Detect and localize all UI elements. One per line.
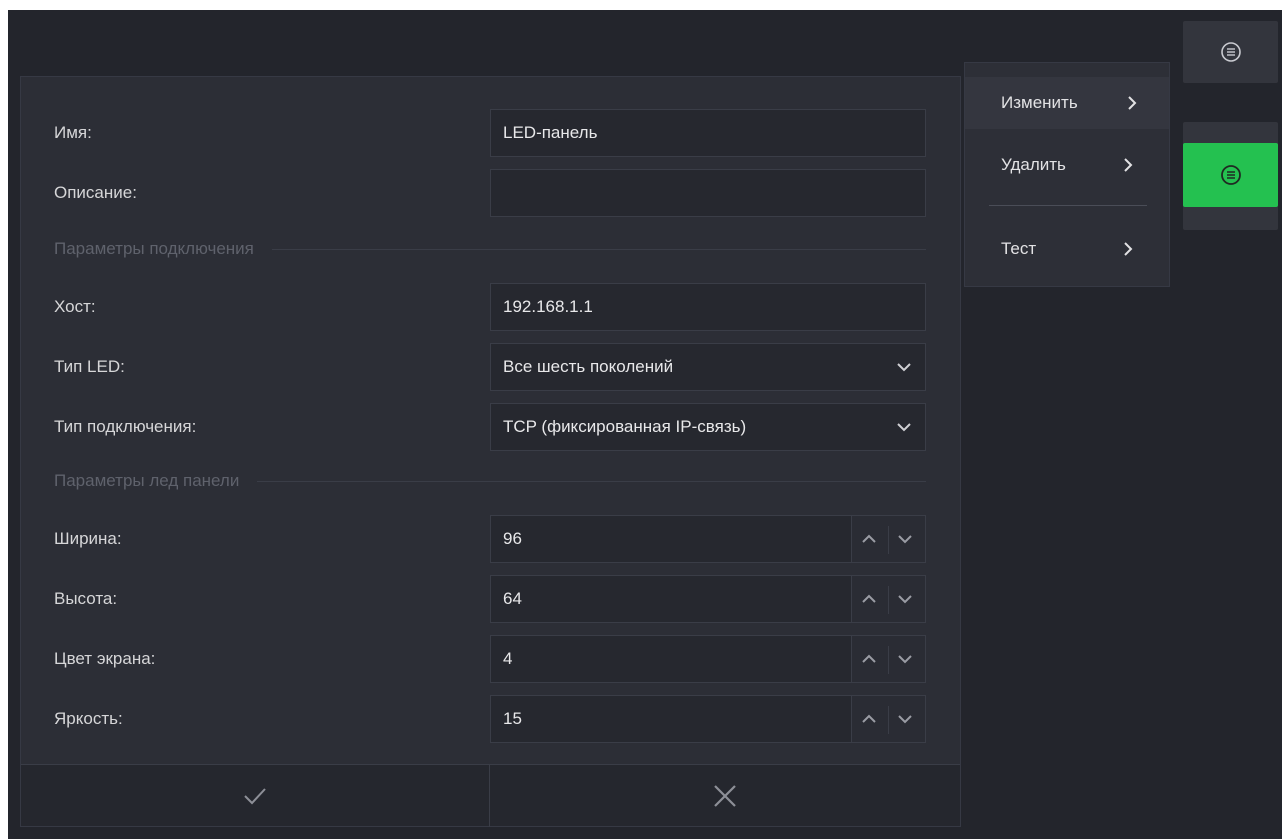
brightness-stepper	[852, 695, 926, 743]
connection-type-label: Тип подключения:	[54, 417, 197, 436]
chevron-up-icon[interactable]	[860, 531, 878, 547]
width-row: Ширина: 96	[54, 515, 926, 563]
height-input[interactable]: 64	[490, 575, 852, 623]
width-input[interactable]: 96	[490, 515, 852, 563]
check-icon	[244, 788, 266, 805]
item-menu-button[interactable]	[1183, 21, 1278, 83]
height-label: Высота:	[54, 589, 118, 608]
led-type-value: Все шесть поколений	[503, 357, 674, 376]
chevron-up-icon[interactable]	[860, 651, 878, 667]
connection-type-select[interactable]: TCP (фиксированная IP-связь)	[490, 403, 926, 451]
list-icon	[1220, 165, 1241, 185]
name-row: Имя: LED-панель	[54, 109, 926, 157]
panel-section-title: Параметры лед панели	[54, 469, 258, 493]
screen-color-row: Цвет экрана: 4	[54, 635, 926, 683]
panel-section-header: Параметры лед панели	[54, 469, 926, 493]
brightness-input[interactable]: 15	[490, 695, 852, 743]
width-value: 96	[503, 529, 522, 548]
cancel-button[interactable]	[490, 765, 960, 827]
host-label: Хост:	[54, 297, 96, 316]
brightness-row: Яркость: 15	[54, 695, 926, 743]
context-menu: Изменить Удалить Тест	[964, 62, 1170, 287]
brightness-value: 15	[503, 709, 522, 728]
description-input[interactable]	[490, 169, 926, 217]
brightness-label: Яркость:	[54, 709, 123, 728]
menu-item-label: Изменить	[1001, 93, 1078, 112]
height-value: 64	[503, 589, 522, 608]
screen-color-stepper	[852, 635, 926, 683]
chevron-right-icon	[1128, 96, 1137, 110]
menu-item-edit[interactable]: Изменить	[965, 77, 1169, 129]
stepper-divider	[888, 706, 889, 734]
name-input[interactable]: LED-панель	[490, 109, 926, 157]
height-row: Высота: 64	[54, 575, 926, 623]
chevron-right-icon	[1124, 242, 1133, 256]
led-type-select[interactable]: Все шесть поколений	[490, 343, 926, 391]
chevron-right-icon	[1124, 158, 1133, 172]
name-label: Имя:	[54, 123, 92, 142]
host-input[interactable]: 192.168.1.1	[490, 283, 926, 331]
active-item-menu-button[interactable]	[1183, 143, 1278, 207]
height-stepper	[852, 575, 926, 623]
chevron-up-icon[interactable]	[860, 591, 878, 607]
confirm-button[interactable]	[21, 765, 490, 827]
name-value: LED-панель	[503, 123, 598, 142]
menu-item-test[interactable]: Тест	[965, 223, 1169, 275]
led-type-label: Тип LED:	[54, 357, 125, 376]
led-type-row: Тип LED: Все шесть поколений	[54, 343, 926, 391]
host-row: Хост: 192.168.1.1	[54, 283, 926, 331]
connection-section-title: Параметры подключения	[54, 237, 272, 261]
chevron-up-icon[interactable]	[860, 711, 878, 727]
screen-color-label: Цвет экрана:	[54, 649, 156, 668]
list-icon	[1220, 42, 1241, 62]
chevron-down-icon	[897, 423, 911, 432]
edit-device-dialog: Имя: LED-панель Описание: Параметры подк…	[20, 76, 961, 827]
menu-divider	[989, 205, 1147, 206]
chevron-down-icon[interactable]	[896, 591, 914, 607]
chevron-down-icon[interactable]	[896, 531, 914, 547]
chevron-down-icon	[897, 363, 911, 372]
stepper-divider	[888, 646, 889, 674]
width-stepper	[852, 515, 926, 563]
stepper-divider	[888, 526, 889, 554]
dialog-footer	[21, 764, 960, 827]
menu-item-label: Тест	[1001, 239, 1037, 258]
stepper-divider	[888, 586, 889, 614]
width-label: Ширина:	[54, 529, 122, 548]
chevron-down-icon[interactable]	[896, 651, 914, 667]
host-value: 192.168.1.1	[503, 297, 593, 316]
screen-color-value: 4	[503, 649, 513, 668]
description-row: Описание:	[54, 169, 926, 217]
chevron-down-icon[interactable]	[896, 711, 914, 727]
menu-item-label: Удалить	[1001, 155, 1066, 174]
close-icon	[714, 785, 736, 807]
connection-type-row: Тип подключения: TCP (фиксированная IP-с…	[54, 403, 926, 451]
connection-section-header: Параметры подключения	[54, 237, 926, 261]
menu-item-delete[interactable]: Удалить	[965, 139, 1169, 191]
connection-type-value: TCP (фиксированная IP-связь)	[503, 417, 747, 436]
screen-color-input[interactable]: 4	[490, 635, 852, 683]
description-label: Описание:	[54, 183, 137, 202]
